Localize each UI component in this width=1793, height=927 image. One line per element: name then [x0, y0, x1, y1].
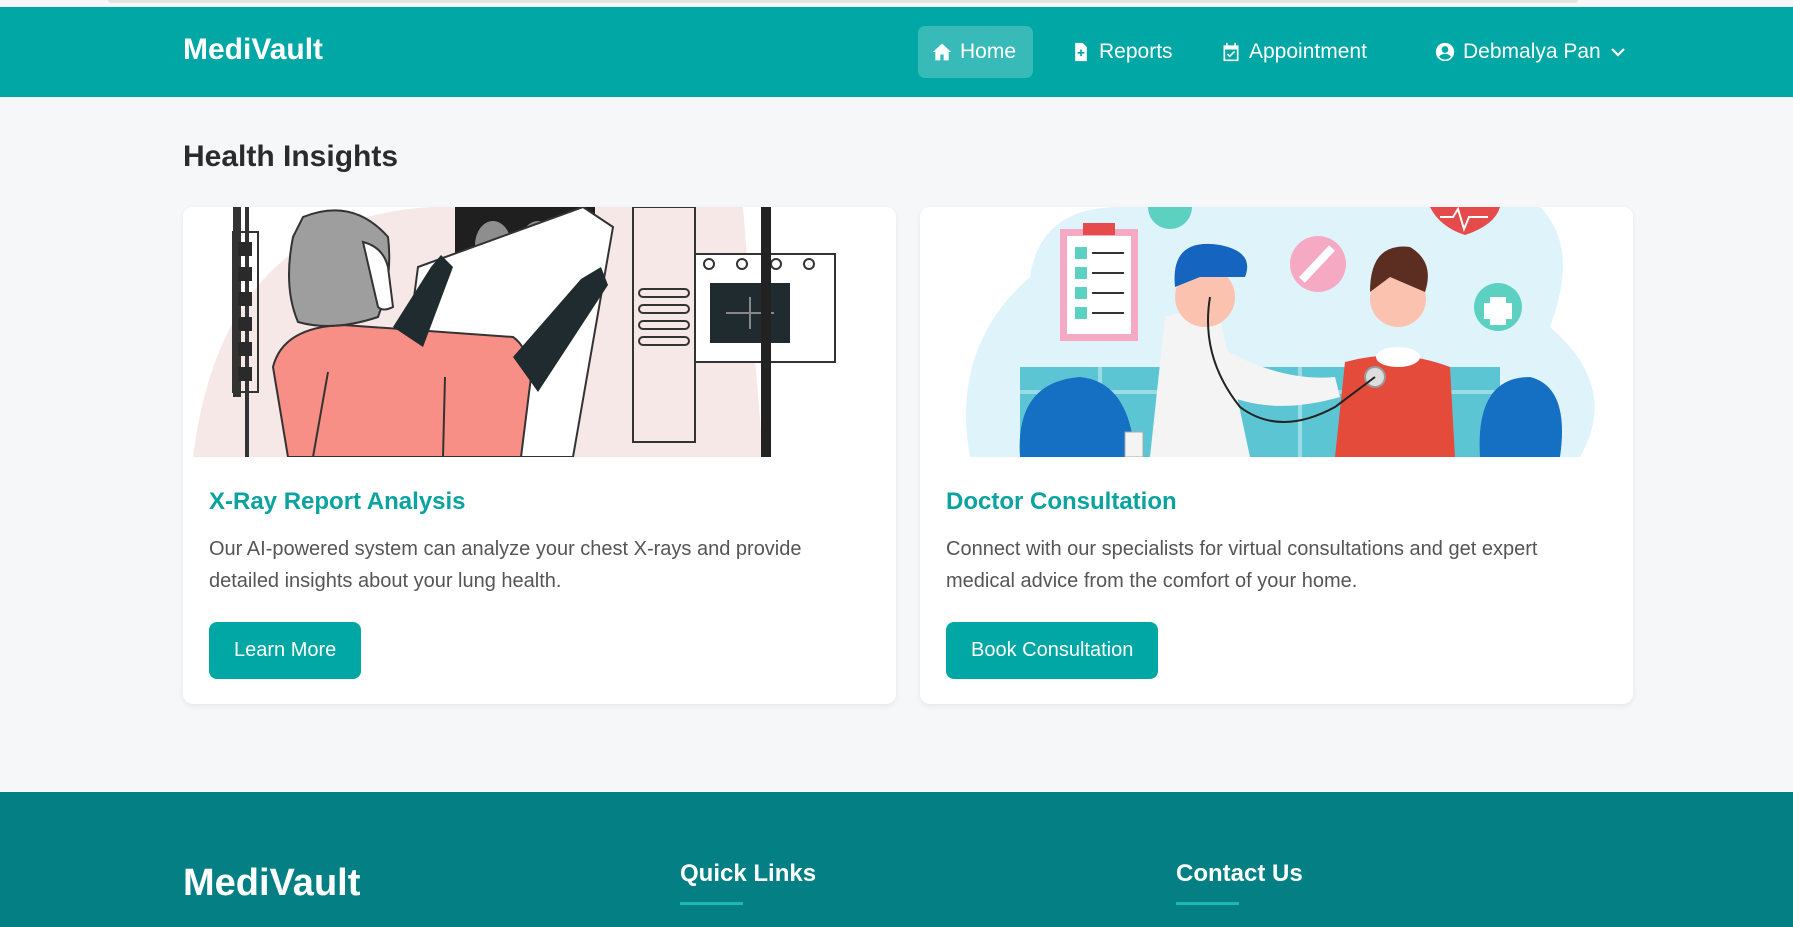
footer-quick-links-heading: Quick Links [680, 860, 817, 887]
card-title: X-Ray Report Analysis [209, 488, 466, 515]
nav-reports-link[interactable]: Reports [1057, 26, 1187, 78]
navbar: MediVault Home Reports Appointment Debma… [0, 7, 1793, 97]
page-title: Health Insights [183, 140, 399, 173]
nav-appointment-label: Appointment [1249, 40, 1367, 63]
top-strip-bar [108, 0, 1578, 3]
user-menu[interactable]: Debmalya Pan [1421, 26, 1641, 78]
calendar-check-icon [1223, 42, 1239, 62]
footer-heading-underline [680, 902, 743, 905]
card-title: Doctor Consultation [946, 488, 1177, 515]
brand-logo[interactable]: MediVault [183, 33, 323, 67]
card-description: Our AI-powered system can analyze your c… [209, 538, 802, 592]
nav-home-link[interactable]: Home [918, 26, 1033, 78]
user-name: Debmalya Pan [1463, 40, 1601, 63]
nav-home-label: Home [960, 40, 1017, 63]
footer-contact-heading: Contact Us [1176, 860, 1303, 887]
footer-heading-underline [1176, 902, 1239, 905]
file-medical-icon [1075, 42, 1087, 62]
nav-reports-label: Reports [1099, 40, 1173, 63]
user-circle-icon [1435, 42, 1455, 62]
footer: MediVault Quick Links Contact Us [0, 792, 1793, 927]
learn-more-button[interactable]: Learn More [209, 622, 362, 679]
nav-appointment-link[interactable]: Appointment [1207, 26, 1381, 78]
doctor-consultation-illustration [920, 207, 1633, 457]
xray-card: X-Ray Report Analysis Our AI-powered sys… [183, 207, 896, 704]
card-description: Connect with our specialists for virtual… [946, 538, 1538, 592]
home-icon [932, 43, 952, 61]
xray-illustration [183, 207, 896, 457]
footer-brand: MediVault [183, 862, 361, 904]
book-consultation-button[interactable]: Book Consultation [946, 622, 1159, 679]
browser-top-strip [0, 0, 1793, 7]
consultation-card: Doctor Consultation Connect with our spe… [920, 207, 1633, 704]
chevron-down-icon [1610, 48, 1625, 57]
